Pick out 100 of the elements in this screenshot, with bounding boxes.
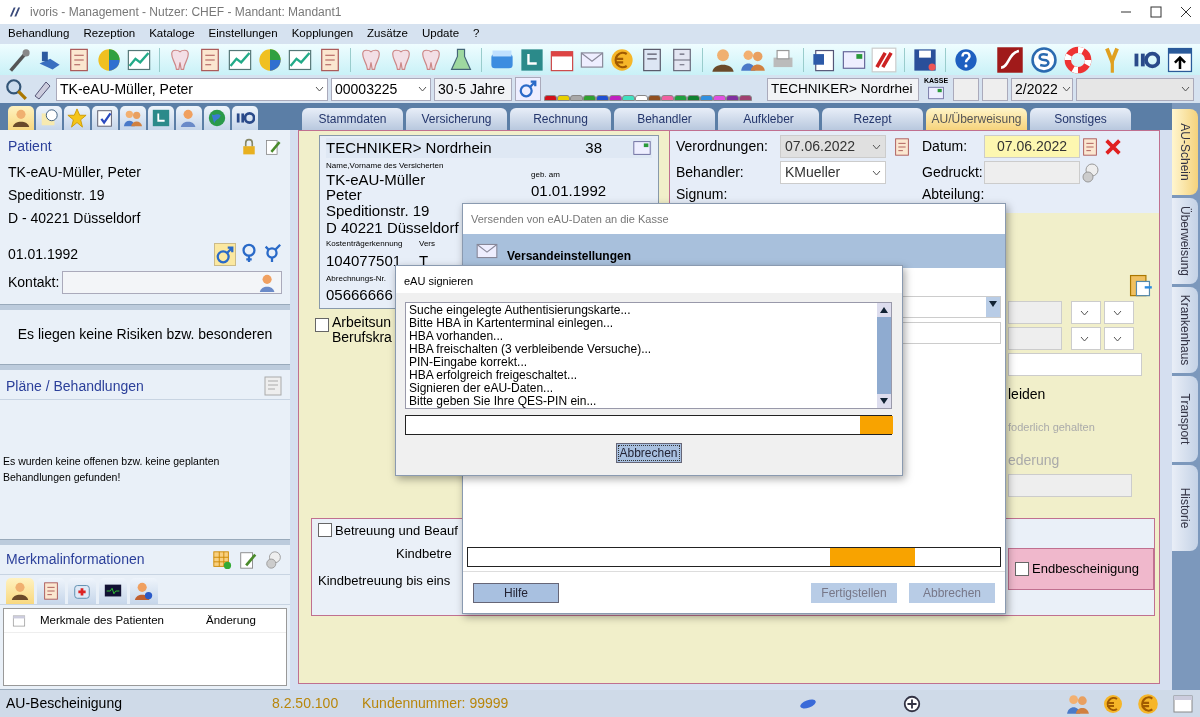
date-combo[interactable]: 07.06.2022: [780, 135, 886, 158]
color-tab[interactable]: [648, 95, 661, 101]
color-tab[interactable]: [726, 95, 739, 101]
gender-button[interactable]: [515, 77, 541, 101]
color-tab[interactable]: [596, 95, 609, 101]
menu-item[interactable]: Einstellungen: [208, 25, 278, 43]
lock-icon[interactable]: [240, 137, 258, 156]
menu-item[interactable]: Rezeption: [83, 25, 136, 43]
document-icon[interactable]: [892, 136, 912, 157]
color-tab[interactable]: [713, 95, 726, 101]
maximize-icon[interactable]: [1150, 6, 1162, 18]
tab[interactable]: Rezept: [822, 108, 923, 130]
scroll-down-icon[interactable]: [989, 301, 997, 307]
color-tab[interactable]: [609, 95, 622, 101]
euro-icon[interactable]: [609, 46, 635, 73]
table-add-icon[interactable]: [212, 549, 232, 570]
contact-field[interactable]: [62, 271, 282, 295]
side-tab[interactable]: Transport: [1172, 376, 1198, 462]
document-icon[interactable]: [1080, 136, 1100, 157]
feature-tab[interactable]: [99, 578, 127, 604]
chevron-icon[interactable]: [1113, 309, 1122, 316]
search-icon[interactable]: [4, 77, 28, 101]
clipboard-icon[interactable]: [1127, 272, 1153, 298]
scrollbar[interactable]: [877, 303, 891, 408]
pie-chart-icon[interactable]: [257, 46, 283, 73]
color-tab[interactable]: [557, 95, 570, 101]
scroll-down-icon[interactable]: [880, 398, 888, 404]
tab[interactable]: Aufkleber: [718, 108, 819, 130]
chevron-icon[interactable]: [872, 143, 881, 150]
card-icon[interactable]: [632, 138, 652, 158]
tab[interactable]: Versicherung: [406, 108, 507, 130]
tab[interactable]: Rechnung: [510, 108, 611, 130]
input-field[interactable]: [1008, 473, 1132, 497]
chevron-icon[interactable]: [1113, 335, 1122, 342]
menu-item[interactable]: Kopplungen: [291, 25, 354, 43]
person-icon[interactable]: [710, 46, 736, 73]
upload-window-icon[interactable]: [1166, 45, 1194, 74]
color-tab[interactable]: [570, 95, 583, 101]
color-tab[interactable]: [687, 95, 700, 101]
tab[interactable]: Stammdaten: [302, 108, 403, 130]
lifebuoy-icon[interactable]: [1064, 45, 1092, 74]
chevron-icon[interactable]: [1181, 86, 1190, 92]
chevron-icon[interactable]: [872, 169, 881, 176]
menu-item[interactable]: ?: [473, 25, 480, 43]
input-field[interactable]: [1008, 301, 1062, 324]
feature-tab[interactable]: [6, 578, 34, 604]
chevron-icon[interactable]: [418, 86, 427, 92]
chevron-icon[interactable]: [1080, 309, 1089, 316]
color-tab[interactable]: [700, 95, 713, 101]
save-icon[interactable]: [912, 46, 938, 73]
help-icon[interactable]: [953, 46, 979, 73]
tab[interactable]: AU/Überweisung: [926, 108, 1027, 130]
side-tab[interactable]: AU-Schein: [1172, 109, 1198, 195]
gender-symbol-icon[interactable]: [262, 243, 282, 263]
date-field[interactable]: 07.06.2022: [984, 135, 1080, 158]
circle-logo-icon[interactable]: [1030, 45, 1058, 74]
side-tab[interactable]: Krankenhaus: [1172, 287, 1198, 373]
input-field[interactable]: [1008, 327, 1062, 350]
close-icon[interactable]: [1180, 6, 1192, 18]
checkbox[interactable]: [1015, 562, 1029, 576]
chevron-icon[interactable]: [315, 86, 324, 92]
chevron-icon[interactable]: [1080, 335, 1089, 342]
edit-icon[interactable]: [238, 549, 258, 570]
color-tab[interactable]: [661, 95, 674, 101]
color-tab[interactable]: [544, 95, 557, 101]
color-tab[interactable]: [583, 95, 596, 101]
practitioner-combo[interactable]: KMueller: [780, 161, 886, 184]
menu-item[interactable]: Update: [422, 25, 460, 43]
pie-chart-icon[interactable]: [96, 46, 122, 73]
wrench-icon[interactable]: [6, 46, 32, 73]
patient-number-combo[interactable]: 00003225: [331, 77, 431, 101]
euro-icon[interactable]: [1136, 691, 1160, 716]
quarter-combo[interactable]: 2/2022: [1011, 77, 1073, 101]
color-tab[interactable]: [674, 95, 687, 101]
side-tab[interactable]: Historie: [1172, 465, 1198, 551]
patient-combo[interactable]: TK-eAU-Müller, Peter: [56, 77, 328, 101]
window-icon[interactable]: [1172, 692, 1194, 715]
scroll-up-icon[interactable]: [880, 307, 888, 313]
menu-item[interactable]: Zusätze: [367, 25, 408, 43]
input-field[interactable]: [1008, 353, 1142, 376]
checkbox[interactable]: [318, 523, 332, 537]
male-symbol-icon[interactable]: [215, 245, 235, 266]
checkbox[interactable]: [315, 318, 329, 332]
side-tab[interactable]: Überweisung: [1172, 198, 1198, 284]
female-symbol-icon[interactable]: [239, 243, 259, 263]
menu-item[interactable]: Behandlung: [8, 25, 70, 43]
chevron-icon[interactable]: [1061, 86, 1071, 92]
color-tab[interactable]: [635, 95, 648, 101]
color-tab[interactable]: [622, 95, 635, 101]
help-button[interactable]: Hilfe: [473, 582, 559, 603]
cancel-button[interactable]: Abbrechen: [615, 443, 682, 463]
flask-icon[interactable]: [448, 46, 474, 73]
tab[interactable]: Sonstiges: [1030, 108, 1131, 130]
menu-item[interactable]: Kataloge: [149, 25, 195, 43]
slash-icon[interactable]: [871, 46, 897, 73]
tab[interactable]: Behandler: [614, 108, 715, 130]
euro-icon[interactable]: [1102, 692, 1124, 715]
color-tab[interactable]: [739, 95, 752, 101]
edit-icon[interactable]: [264, 137, 282, 156]
curve-icon[interactable]: [996, 45, 1024, 74]
